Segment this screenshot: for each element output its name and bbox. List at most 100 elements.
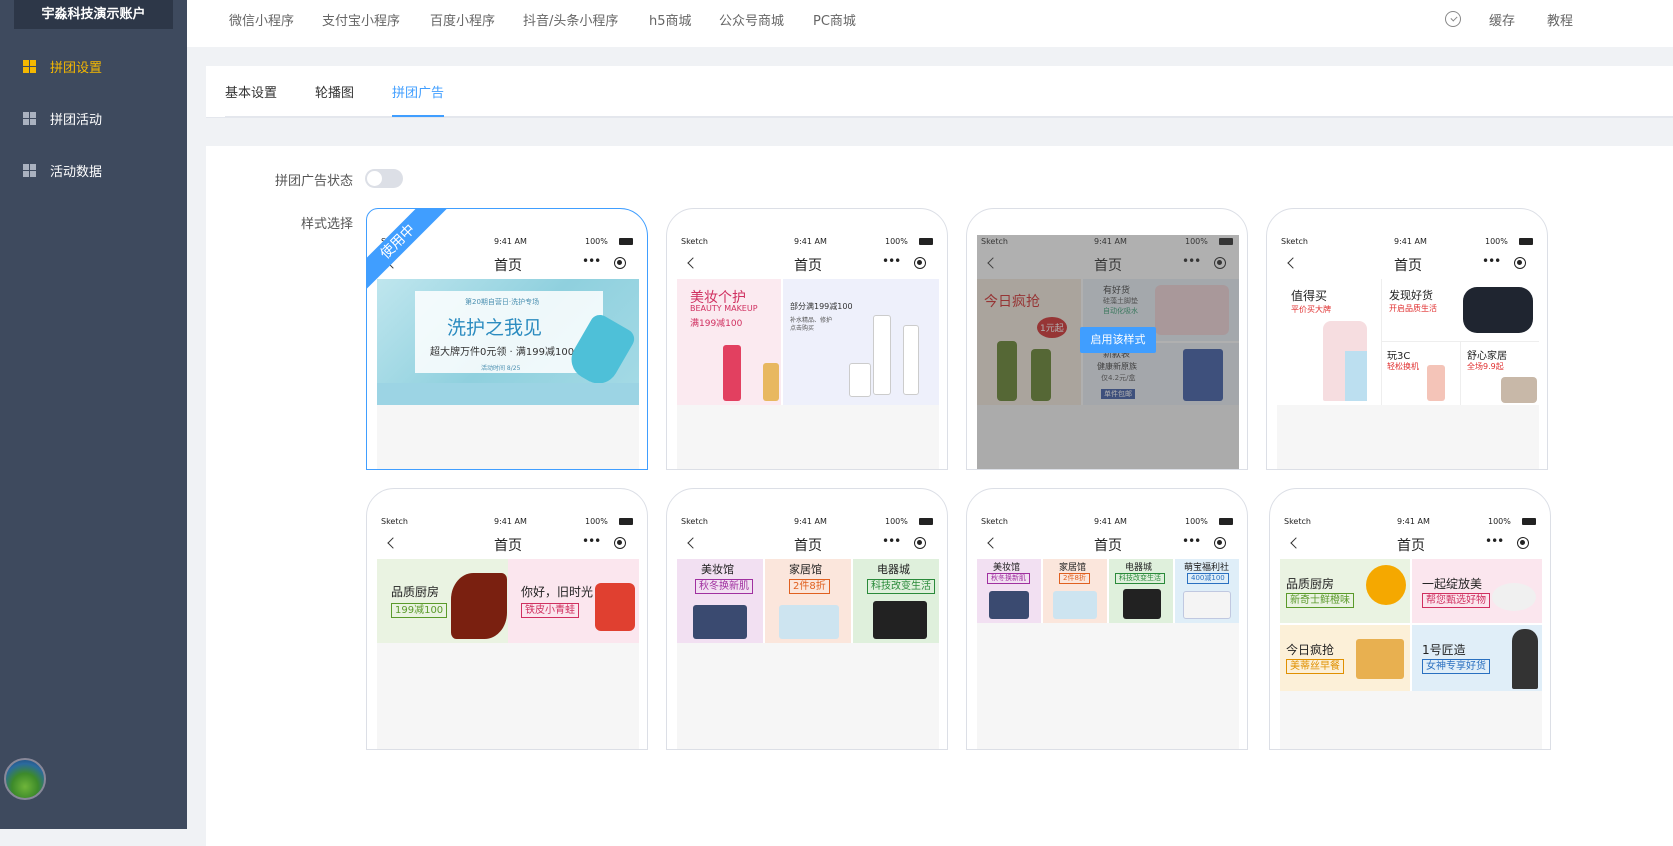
style-card-6[interactable]: Sketch 9:41 AM 100% 首页 ••• 美妆馆 秋冬换新肌 家居馆 2件… — [666, 488, 948, 750]
grid-icon — [23, 59, 36, 73]
nav-bar: 首页 ••• — [377, 529, 639, 559]
status-bar: Sketch 9:41 AM 100% — [977, 515, 1239, 529]
nav-bar: 首页 ••• — [677, 249, 939, 279]
product-image — [451, 573, 507, 639]
phone-preview: Sketch 9:41 AM 100% 首页 ••• 值得买 平价买大牌 发现好货 开… — [1277, 235, 1539, 469]
battery-text: 100% — [1485, 237, 1508, 246]
product-image — [1427, 365, 1445, 401]
product-image — [1366, 565, 1406, 605]
clock: 9:41 AM — [494, 517, 527, 526]
ad-footnote: 活动时间 8/25 — [481, 365, 521, 372]
target-icon — [914, 257, 926, 269]
ad-cell-title: 值得买 — [1291, 289, 1328, 303]
style-card-3[interactable]: Sketch 9:41 AM 100% 首页 ••• 今日疯抢 1元起 有好货 硅藻土… — [966, 208, 1248, 470]
product-image — [873, 315, 891, 395]
style-card-2[interactable]: Sketch 9:41 AM 100% 首页 ••• 美妆个护 BEAUTY MAKE… — [666, 208, 948, 470]
ad-cell-title: 萌宝福利社 — [1184, 563, 1230, 573]
tab-group-ads[interactable]: 拼团广告 — [392, 82, 444, 101]
ad-cell-title: 舒心家居 — [1467, 351, 1507, 362]
product-image — [595, 583, 635, 631]
status-bar: Sketch 9:41 AM 100% — [677, 235, 939, 249]
battery-icon — [919, 518, 933, 525]
ad-cell-tag: 199减100 — [391, 603, 448, 618]
tab-wechat-miniprogram[interactable]: 微信小程序 — [229, 10, 294, 29]
ad-cell-tag: 科技改变生活 — [1115, 573, 1165, 584]
ad-cell-title: 美妆馆 — [993, 563, 1021, 573]
battery-text: 100% — [585, 517, 608, 526]
style-card-7[interactable]: Sketch 9:41 AM 100% 首页 ••• 美妆馆 秋冬换新肌 家居馆 2件… — [966, 488, 1248, 750]
battery-icon — [1519, 238, 1533, 245]
sidebar: 宇淼科技演示账户 拼团设置 拼团活动 活动数据 — [0, 0, 187, 829]
sidebar-item-label: 活动数据 — [50, 164, 103, 180]
cache-button[interactable]: 缓存 — [1489, 10, 1515, 29]
ad-cell-tag: 新奇士鲜橙味 — [1286, 593, 1354, 608]
ad-cell-tag: 美蒂丝早餐 — [1286, 659, 1344, 674]
product-image — [989, 591, 1029, 619]
carrier: Sketch — [381, 517, 408, 526]
product-image — [723, 345, 741, 401]
divider — [1381, 279, 1382, 405]
ad-cell-title: 家居馆 — [789, 563, 822, 576]
battery-text: 100% — [585, 237, 608, 246]
style-card-4[interactable]: Sketch 9:41 AM 100% 首页 ••• 值得买 平价买大牌 发现好货 开… — [1266, 208, 1548, 470]
tab-pc-mall[interactable]: PC商城 — [813, 10, 856, 29]
sidebar-item-activity-data[interactable]: 活动数据 — [0, 150, 187, 190]
grid-icon — [23, 163, 36, 177]
status-bar: Sketch 9:41 AM 100% — [677, 515, 939, 529]
tutorial-link[interactable]: 教程 — [1547, 10, 1573, 29]
active-tab-indicator — [392, 115, 444, 117]
account-name[interactable]: 宇淼科技演示账户 — [14, 0, 173, 29]
clock: 9:41 AM — [494, 237, 527, 246]
avatar[interactable] — [4, 758, 46, 800]
sidebar-item-label: 拼团设置 — [50, 60, 103, 76]
product-image — [1123, 589, 1161, 619]
product-image — [1492, 583, 1536, 611]
tab-carousel[interactable]: 轮播图 — [315, 82, 354, 101]
more-icon: ••• — [1485, 534, 1504, 548]
style-card-1[interactable]: Sketch9:41 AM100% 首页••• 第20期自营日·洗护专场 洗护之… — [366, 208, 648, 470]
style-card-8[interactable]: Sketch 9:41 AM 100% 首页 ••• 品质厨房 新奇士鲜橙味 一起绽放… — [1269, 488, 1551, 750]
clock: 9:41 AM — [794, 237, 827, 246]
sidebar-item-group-activity[interactable]: 拼团活动 — [0, 98, 187, 138]
sidebar-item-group-settings[interactable]: 拼团设置 — [0, 46, 187, 86]
ad-cell-title: 1号匠造 — [1422, 643, 1466, 657]
battery-text: 100% — [885, 237, 908, 246]
nav-bar: 首页 ••• — [1277, 249, 1539, 279]
product-image — [1345, 351, 1367, 401]
tab-h5-mall[interactable]: h5商城 — [649, 10, 692, 29]
ad-cell-title: 今日疯抢 — [1286, 643, 1335, 657]
nav-bar: 首页 ••• — [977, 529, 1239, 559]
ad-cell-title: 电器城 — [877, 563, 910, 576]
carrier: Sketch — [681, 517, 708, 526]
sidebar-item-label: 拼团活动 — [50, 112, 103, 128]
nav-bar: 首页 ••• — [1280, 529, 1542, 559]
battery-icon — [1219, 518, 1233, 525]
tab-official-account-mall[interactable]: 公众号商城 — [719, 10, 784, 29]
battery-text: 100% — [1185, 517, 1208, 526]
tab-douyin-miniprogram[interactable]: 抖音/头条小程序 — [523, 10, 618, 29]
more-icon: ••• — [582, 254, 601, 268]
phone-preview: Sketch 9:41 AM 100% 首页 ••• 品质厨房 新奇士鲜橙味 一起绽放… — [1280, 515, 1542, 749]
enable-style-button[interactable]: 启用该样式 — [1080, 327, 1156, 353]
phone-preview: Sketch 9:41 AM 100% 首页 ••• 品质厨房 199减100 你好，… — [377, 515, 639, 749]
download-icon[interactable] — [1445, 11, 1461, 27]
ad-status-toggle[interactable] — [365, 169, 403, 188]
ad-cell-title: 一起绽放美 — [1422, 577, 1483, 591]
ad-cell-title: 你好，旧时光 — [521, 585, 594, 599]
clock: 9:41 AM — [1094, 517, 1127, 526]
ad-cell-sub: 全场9.9起 — [1467, 362, 1504, 371]
ad-cell-sub: 开启品质生活 — [1389, 304, 1437, 313]
carrier: Sketch — [981, 517, 1008, 526]
target-icon — [1517, 537, 1529, 549]
tab-basic-settings[interactable]: 基本设置 — [225, 82, 277, 101]
sub-tabs: 基本设置 轮播图 拼团广告 — [206, 66, 1673, 118]
divider — [1460, 341, 1461, 405]
ad-cell-title: 发现好货 — [1389, 289, 1433, 302]
style-card-5[interactable]: Sketch 9:41 AM 100% 首页 ••• 品质厨房 199减100 你好，… — [366, 488, 648, 750]
ad-title: 洗护之我见 — [447, 317, 543, 339]
tab-baidu-miniprogram[interactable]: 百度小程序 — [430, 10, 495, 29]
tab-alipay-miniprogram[interactable]: 支付宝小程序 — [322, 10, 400, 29]
ad-english-title: BEAUTY MAKEUP — [690, 304, 758, 313]
phone-preview: Sketch 9:41 AM 100% 首页 ••• 美妆馆 秋冬换新肌 家居馆 2件… — [677, 515, 939, 749]
clock: 9:41 AM — [1394, 237, 1427, 246]
